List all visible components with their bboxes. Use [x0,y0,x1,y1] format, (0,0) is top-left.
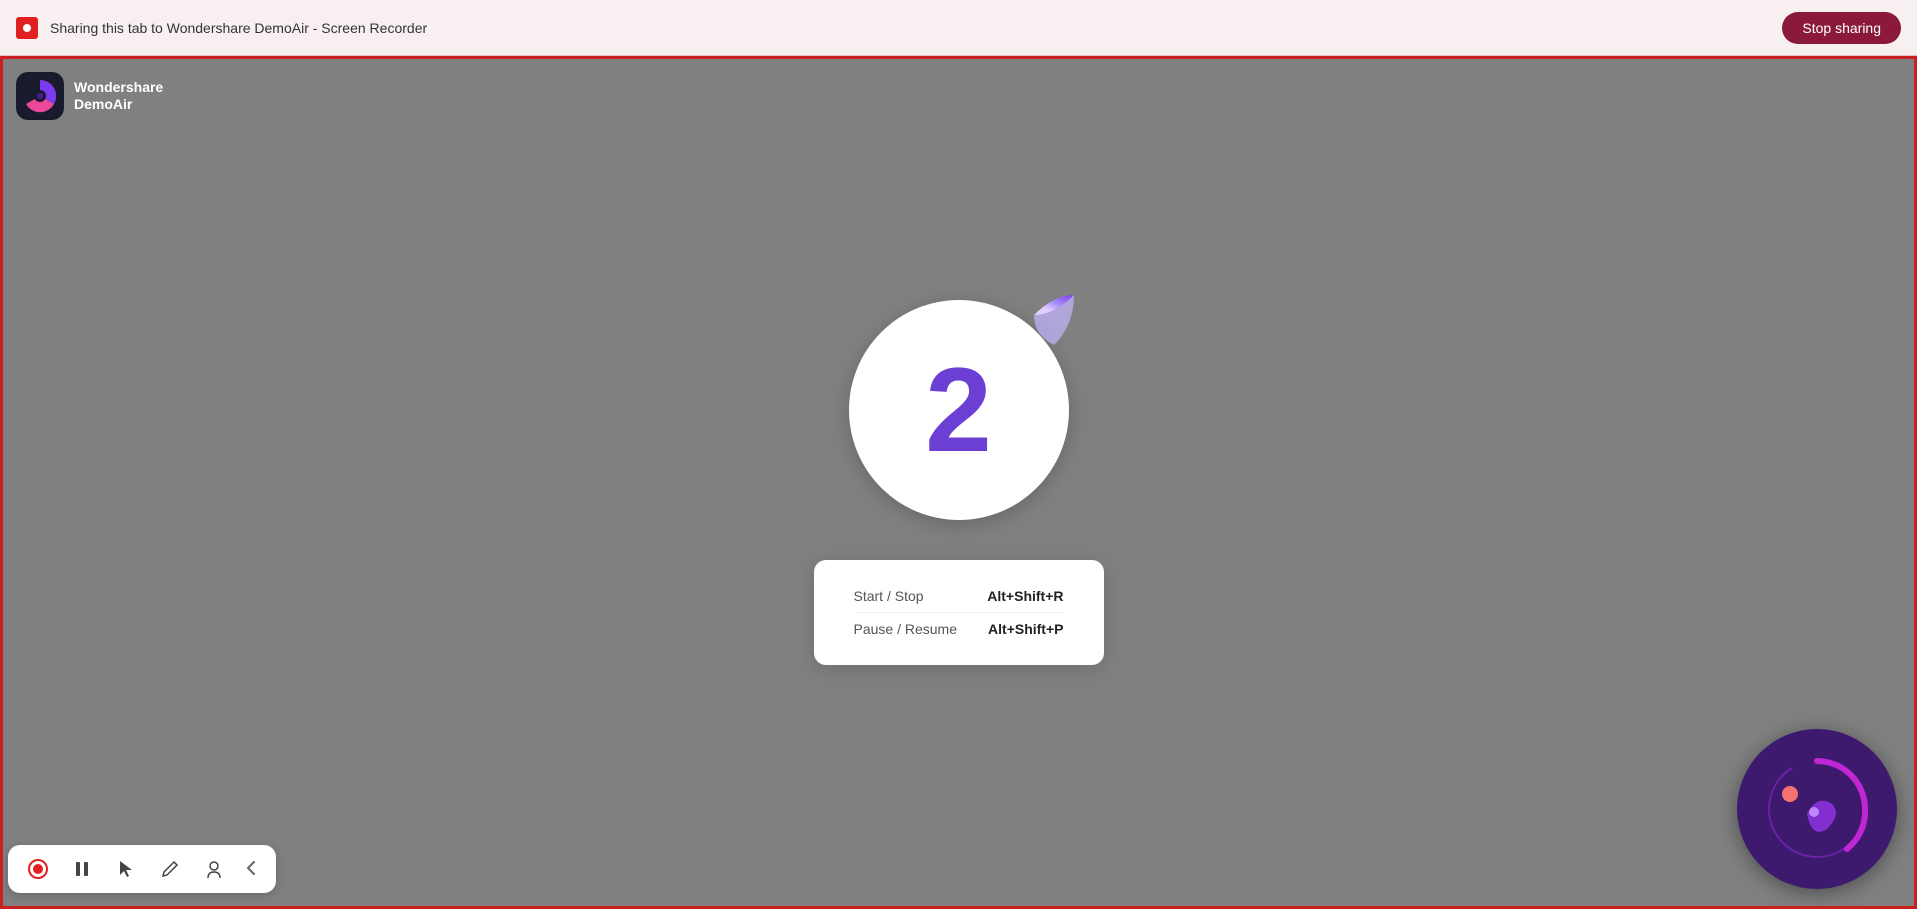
shortcut-label-start-stop: Start / Stop [854,588,924,604]
bottom-toolbar [8,845,276,893]
shortcuts-panel: Start / Stop Alt+Shift+R Pause / Resume … [814,560,1104,665]
main-area: Wondershare DemoAir 2 [0,56,1917,909]
draw-button[interactable] [156,855,184,883]
page-curl [994,295,1074,375]
app-name-line1: Wondershare [74,79,163,96]
pause-button[interactable] [68,855,96,883]
annotation-button[interactable] [200,855,228,883]
sharing-icon [16,17,38,39]
countdown-container: 2 [849,300,1069,520]
shortcut-row-start-stop: Start / Stop Alt+Shift+R [854,580,1064,612]
collapse-button[interactable] [244,858,260,881]
app-logo: Wondershare DemoAir [16,72,163,120]
countdown-number: 2 [925,350,992,470]
record-stop-button[interactable] [24,855,52,883]
app-logo-text: Wondershare DemoAir [74,79,163,113]
demoair-float-button[interactable] [1737,729,1897,889]
shortcut-label-pause-resume: Pause / Resume [854,621,958,637]
stop-sharing-button[interactable]: Stop sharing [1782,12,1901,44]
sharing-text: Sharing this tab to Wondershare DemoAir … [50,20,1770,36]
browser-bar: Sharing this tab to Wondershare DemoAir … [0,0,1917,56]
shortcut-keys-pause-resume: Alt+Shift+P [988,621,1063,637]
app-logo-icon [16,72,64,120]
cursor-button[interactable] [112,855,140,883]
shortcut-keys-start-stop: Alt+Shift+R [987,588,1063,604]
shortcut-row-pause-resume: Pause / Resume Alt+Shift+P [854,612,1064,645]
countdown-circle: 2 [849,300,1069,520]
app-name-line2: DemoAir [74,96,163,113]
